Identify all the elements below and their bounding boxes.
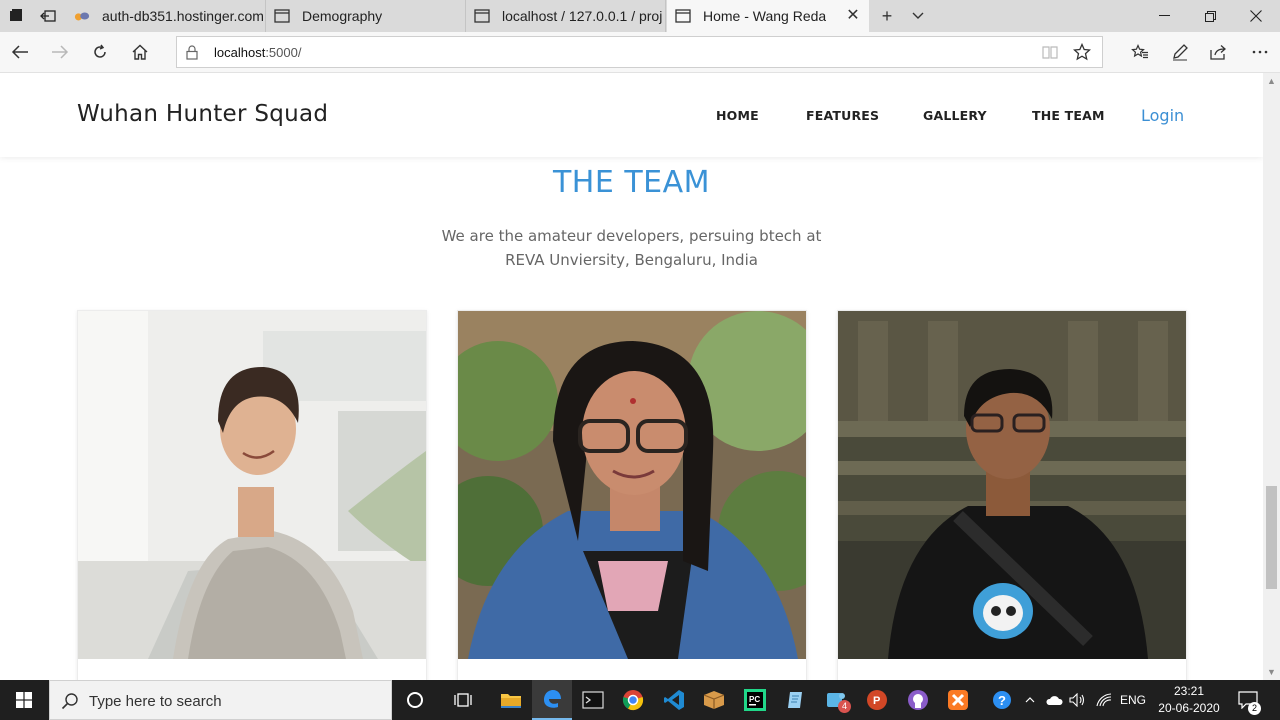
nav-gallery[interactable]: GALLERY <box>923 108 987 123</box>
team-member-photo <box>458 311 806 659</box>
vertical-scrollbar[interactable]: ▲ ▼ <box>1263 73 1280 680</box>
terminal-icon[interactable] <box>573 680 613 720</box>
notification-count-badge: 2 <box>1248 702 1261 715</box>
share-icon[interactable] <box>1203 36 1235 68</box>
scrollbar-thumb[interactable] <box>1266 486 1277 589</box>
url-host: localhost <box>214 45 266 60</box>
favorites-list-icon[interactable] <box>1124 36 1156 68</box>
team-section-subtitle: We are the amateur developers, persuing … <box>0 224 1263 272</box>
help-icon[interactable]: ? <box>986 680 1018 720</box>
page-favicon-icon <box>675 8 691 24</box>
minimize-icon[interactable] <box>1141 0 1187 32</box>
clock-time: 23:21 <box>1173 684 1205 698</box>
web-note-pen-icon[interactable] <box>1164 36 1196 68</box>
refresh-icon[interactable] <box>84 36 116 68</box>
home-icon[interactable] <box>124 36 156 68</box>
volume-speaker-icon[interactable] <box>1067 680 1089 720</box>
set-tabs-aside-icon[interactable] <box>32 0 64 32</box>
tab-actions-icon[interactable] <box>0 0 32 32</box>
team-member-card <box>837 310 1187 680</box>
team-member-card <box>457 310 807 680</box>
action-center-icon[interactable]: 2 <box>1232 680 1264 720</box>
lock-icon <box>186 45 198 65</box>
site-navbar: Wuhan Hunter Squad HOME FEATURES GALLERY… <box>0 73 1263 157</box>
page-favicon-icon <box>474 8 490 24</box>
tab-title: Home - Wang Reda <box>703 8 827 24</box>
teams-notification-badge: 4 <box>838 700 851 713</box>
clock-date: 20-06-2020 <box>1158 701 1220 715</box>
svg-text:P: P <box>873 695 880 707</box>
page-viewport: Wuhan Hunter Squad HOME FEATURES GALLERY… <box>0 73 1263 680</box>
scroll-up-arrow-icon[interactable]: ▲ <box>1266 76 1277 86</box>
task-view-icon[interactable] <box>443 680 483 720</box>
powerpoint-icon[interactable]: P <box>857 680 897 720</box>
nav-login[interactable]: Login <box>1141 106 1184 125</box>
chrome-icon[interactable] <box>613 680 653 720</box>
pycharm-icon[interactable]: PC <box>735 680 775 720</box>
svg-text:?: ? <box>998 693 1006 708</box>
show-hidden-icons-chevron-icon[interactable] <box>1020 680 1040 720</box>
windows-start-icon[interactable] <box>0 680 48 720</box>
vscode-icon[interactable] <box>654 680 694 720</box>
tab-localhost-phpmyadmin[interactable]: localhost / 127.0.0.1 / proje <box>466 0 666 32</box>
nav-the-team[interactable]: THE TEAM <box>1032 108 1105 123</box>
edge-browser-icon[interactable] <box>532 680 572 720</box>
phpmyadmin-favicon-icon <box>74 8 90 24</box>
browser-toolbar: localhost:5000/ <box>0 32 1280 73</box>
xampp-icon[interactable] <box>938 680 978 720</box>
nav-features[interactable]: FEATURES <box>806 108 879 123</box>
package-box-icon[interactable] <box>694 680 734 720</box>
cortana-icon[interactable] <box>395 680 435 720</box>
url-text[interactable]: localhost:5000/ <box>214 45 301 60</box>
close-tab-icon[interactable]: ✕ <box>845 8 861 24</box>
search-icon <box>61 692 79 715</box>
team-section-title: THE TEAM <box>552 165 711 200</box>
nav-home[interactable]: HOME <box>716 108 759 123</box>
page-favicon-icon <box>274 8 290 24</box>
onedrive-cloud-icon[interactable] <box>1043 680 1065 720</box>
file-explorer-icon[interactable] <box>491 680 531 720</box>
taskbar-search[interactable]: Type here to search <box>49 680 392 720</box>
notepad-app-icon[interactable] <box>776 680 816 720</box>
subtitle-line: We are the amateur developers, persuing … <box>441 227 822 245</box>
search-placeholder: Type here to search <box>89 693 222 710</box>
github-desktop-icon[interactable] <box>898 680 938 720</box>
tab-home-active[interactable]: Home - Wang Reda ✕ <box>667 0 869 32</box>
close-window-icon[interactable] <box>1233 0 1279 32</box>
site-brand[interactable]: Wuhan Hunter Squad <box>77 101 328 127</box>
favorite-star-icon[interactable] <box>1072 42 1092 66</box>
team-member-photo <box>838 311 1186 659</box>
tab-title: Demography <box>302 8 383 24</box>
url-path: :5000/ <box>265 45 302 60</box>
tab-title: auth-db351.hostinger.com / <box>102 8 265 24</box>
input-language[interactable]: ENG <box>1118 680 1148 720</box>
reading-view-icon[interactable] <box>1042 45 1058 64</box>
tab-hostinger[interactable]: auth-db351.hostinger.com / <box>66 0 266 32</box>
tab-title: localhost / 127.0.0.1 / proje <box>502 8 662 24</box>
restore-icon[interactable] <box>1187 0 1233 32</box>
forward-arrow-icon[interactable] <box>44 36 76 68</box>
subtitle-line: REVA Unviersity, Bengaluru, India <box>505 251 758 269</box>
tab-demography[interactable]: Demography <box>266 0 466 32</box>
back-arrow-icon[interactable] <box>4 36 36 68</box>
more-options-icon[interactable] <box>1244 36 1276 68</box>
browser-tab-strip: auth-db351.hostinger.com / Demography lo… <box>0 0 1280 32</box>
team-member-photo <box>78 311 426 659</box>
tab-preview-chevron-icon[interactable] <box>903 0 933 32</box>
wifi-network-icon[interactable] <box>1092 680 1116 720</box>
new-tab-icon[interactable]: + <box>872 0 902 32</box>
address-bar[interactable]: localhost:5000/ <box>176 36 1103 68</box>
team-member-card <box>77 310 427 680</box>
svg-text:PC: PC <box>749 695 760 704</box>
system-clock[interactable]: 23:21 20-06-2020 <box>1150 683 1228 717</box>
windows-taskbar: Type here to search PC 4 P ? ENG 23:21 2… <box>0 680 1280 720</box>
scroll-down-arrow-icon[interactable]: ▼ <box>1266 667 1277 677</box>
teams-app-icon[interactable]: 4 <box>816 680 856 720</box>
